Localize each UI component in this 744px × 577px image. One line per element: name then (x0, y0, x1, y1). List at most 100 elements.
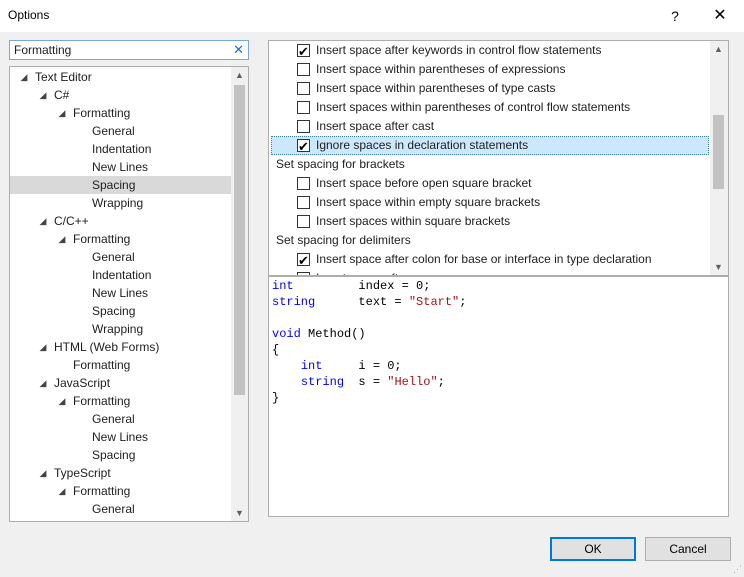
title-bar: Options ? ✕ (0, 0, 744, 32)
search-box[interactable]: ✕ (9, 40, 249, 60)
tree-item[interactable]: Formatting (10, 356, 232, 374)
tree-item-label: C/C++ (54, 214, 89, 228)
search-input[interactable] (14, 43, 224, 57)
expand-arrow-icon[interactable]: ◢ (37, 374, 49, 392)
clear-search-icon[interactable]: ✕ (233, 42, 244, 58)
code-token: "Start" (408, 295, 460, 309)
option-row[interactable]: Insert spaces within square brackets (269, 212, 711, 231)
tree-item-label: Wrapping (92, 322, 144, 336)
tree-item[interactable]: ◢ HTML (Web Forms) (10, 338, 232, 356)
tree-item[interactable]: ◢ Formatting (10, 104, 232, 122)
options-scroll-thumb[interactable] (713, 115, 724, 189)
expand-arrow-icon[interactable]: ◢ (56, 230, 68, 248)
code-token: s = (344, 375, 388, 389)
expand-arrow-icon[interactable]: ◢ (18, 68, 30, 86)
tree-item[interactable]: Wrapping (10, 320, 232, 338)
tree-item[interactable]: ◢ C/C++ (10, 212, 232, 230)
tree-item-label: Indentation (92, 268, 152, 282)
ok-button[interactable]: OK (550, 537, 636, 561)
tree-scrollbar[interactable]: ▲ ▼ (231, 67, 248, 521)
option-row[interactable]: Insert space after comma (269, 269, 711, 275)
tree-item-label: Formatting (73, 358, 131, 372)
option-row[interactable]: Insert space after cast (269, 117, 711, 136)
option-checkbox[interactable] (297, 42, 310, 61)
tree-item[interactable]: ◢ Formatting (10, 482, 232, 500)
code-token: i = 0; (322, 359, 402, 373)
tree-item-label: General (92, 250, 135, 264)
code-token: string (300, 375, 345, 389)
option-checkbox[interactable] (297, 82, 310, 95)
option-checkbox[interactable] (297, 177, 310, 190)
option-group-header: Set spacing for brackets (276, 157, 405, 171)
option-label: Ignore spaces in declaration statements (316, 138, 529, 152)
code-token: int (272, 279, 294, 293)
option-row[interactable]: Insert spaces within parentheses of cont… (269, 98, 711, 117)
code-line: string text = "Start"; (272, 294, 466, 310)
option-row[interactable]: Insert space within empty square bracket… (269, 193, 711, 212)
scroll-down-icon[interactable]: ▼ (710, 259, 727, 275)
scroll-up-icon[interactable]: ▲ (710, 41, 727, 57)
tree-item[interactable]: ◢ Formatting (10, 230, 232, 248)
tree-item[interactable]: General (10, 248, 232, 266)
cancel-button[interactable]: Cancel (645, 537, 731, 561)
tree-item[interactable]: Wrapping (10, 194, 232, 212)
option-row[interactable]: Ignore spaces in declaration statements (269, 136, 711, 156)
tree-item[interactable]: General (10, 122, 232, 140)
option-checkbox[interactable] (297, 137, 310, 156)
tree-item[interactable]: ◢ Formatting (10, 392, 232, 410)
tree-item[interactable]: Spacing (10, 176, 232, 194)
option-checkbox[interactable] (297, 101, 310, 114)
expand-arrow-icon[interactable]: ◢ (56, 104, 68, 122)
option-checkbox[interactable] (297, 251, 310, 270)
expand-arrow-icon[interactable]: ◢ (37, 338, 49, 356)
help-button[interactable]: ? (664, 6, 686, 26)
option-row[interactable]: Insert space within parentheses of expre… (269, 60, 711, 79)
code-token: } (272, 391, 280, 405)
tree-item[interactable]: General (10, 500, 232, 518)
code-preview: int index = 0; string text = "Start"; void… (268, 276, 729, 517)
option-row[interactable]: Insert space after colon for base or int… (269, 250, 711, 270)
options-scrollbar[interactable]: ▲ ▼ (710, 41, 728, 275)
expand-arrow-icon[interactable]: ◢ (37, 212, 49, 230)
tree-item[interactable]: New Lines (10, 158, 232, 176)
option-row[interactable]: Insert space after keywords in control f… (269, 41, 711, 61)
code-token: ; (437, 375, 445, 389)
option-checkbox[interactable] (297, 215, 310, 228)
tree-item[interactable]: General (10, 410, 232, 428)
tree-item[interactable]: Spacing (10, 446, 232, 464)
option-row[interactable]: Insert space before open square bracket (269, 174, 711, 193)
tree-item-label: Spacing (92, 178, 136, 192)
tree-item[interactable]: ◢ JavaScript (10, 374, 232, 392)
code-line: int index = 0; (272, 278, 430, 294)
tree-item-label: General (92, 412, 135, 426)
tree-item[interactable]: Indentation (10, 266, 232, 284)
code-token: "Hello" (387, 375, 438, 389)
scroll-up-icon[interactable]: ▲ (231, 67, 248, 83)
scroll-down-icon[interactable]: ▼ (231, 505, 248, 521)
option-row[interactable]: Insert space within parentheses of type … (269, 79, 711, 98)
expand-arrow-icon[interactable]: ◢ (37, 86, 49, 104)
tree-item[interactable]: ◢ C# (10, 86, 232, 104)
tree-item[interactable]: ◢ Text Editor (10, 68, 232, 86)
expand-arrow-icon[interactable]: ◢ (56, 482, 68, 500)
tree-item[interactable]: Spacing (10, 302, 232, 320)
tree-item[interactable]: Indentation (10, 140, 232, 158)
tree-scroll-thumb[interactable] (234, 85, 245, 395)
code-line: string s = "Hello"; (272, 374, 445, 390)
code-token: void (272, 327, 301, 341)
option-label: Insert space after keywords in control f… (316, 43, 602, 57)
tree-item[interactable]: New Lines (10, 284, 232, 302)
code-line: int i = 0; (272, 358, 402, 374)
option-checkbox[interactable] (297, 196, 310, 209)
close-button[interactable]: ✕ (708, 6, 732, 26)
tree-item[interactable]: New Lines (10, 428, 232, 446)
option-label: Insert spaces within square brackets (316, 214, 511, 228)
expand-arrow-icon[interactable]: ◢ (37, 464, 49, 482)
option-checkbox[interactable] (297, 120, 310, 133)
resize-grip-icon[interactable]: ⋰ (733, 564, 742, 575)
tree-item[interactable]: ◢ TypeScript (10, 464, 232, 482)
tree-item-label: Formatting (73, 106, 131, 120)
code-token: ; (459, 295, 467, 309)
expand-arrow-icon[interactable]: ◢ (56, 392, 68, 410)
option-checkbox[interactable] (297, 63, 310, 76)
